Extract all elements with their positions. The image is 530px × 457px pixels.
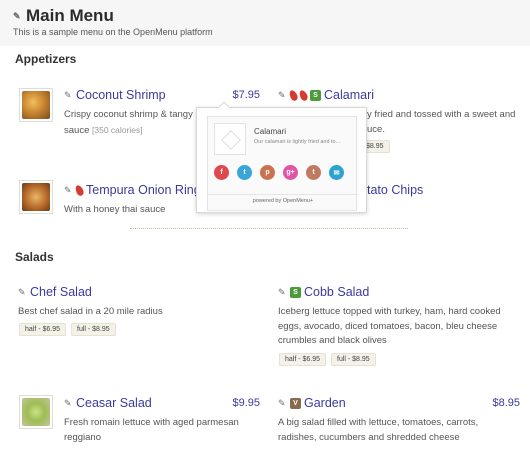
garden-salad-desc-line2: radishes, cucumbers and shredded cheese [278,431,460,443]
coconut-shrimp-description: Crispy coconut shrimp & tangy sauce [350… [64,108,193,138]
chef-salad-size-full: full - $8.95 [71,323,116,336]
page-subtitle: This is a sample menu on the OpenMenu pl… [13,27,213,37]
pencil-icon: ✎ [64,397,72,408]
chef-salad-size-half: half - $6.95 [19,323,67,336]
pinterest-share-button[interactable]: p [260,165,275,180]
coconut-shrimp-calories: [350 calories] [92,124,143,135]
ceasar-salad-link[interactable]: ✎ Ceasar Salad [64,396,152,410]
facebook-icon: f [220,169,223,176]
calamari-desc-line1: y fried and tossed with a sweet and [367,109,516,120]
pencil-icon: ✎ [278,397,286,408]
coconut-shrimp-desc-line1: Crispy coconut shrimp & tangy [64,109,193,120]
popup-item-description: Our calamari is lightly fried and to... [254,139,341,145]
coconut-shrimp-desc-line2: sauce [64,124,90,136]
popup-item-name: Calamari [254,127,287,136]
pencil-icon: ✎ [64,184,72,195]
email-share-button[interactable]: ✉ [329,165,344,180]
email-icon: ✉ [333,169,340,177]
cobb-salad-name: Cobb Salad [304,285,370,299]
facebook-share-button[interactable]: f [214,165,229,180]
tempura-onion-rings-name: Tempura Onion Rings [86,183,207,197]
potato-chips-name: tato Chips [367,183,424,197]
cobb-salad-link[interactable]: ✎ S Cobb Salad [278,285,369,299]
chef-salad-link[interactable]: ✎ Chef Salad [18,285,92,299]
tempura-onion-rings-thumbnail[interactable] [19,180,53,214]
spicy-pepper-icon [298,88,309,102]
coconut-shrimp-thumbnail[interactable] [19,88,53,122]
cobb-salad-description: Iceberg lettuce topped with turkey, ham,… [278,305,501,349]
section-divider [130,228,408,229]
garden-salad-desc-line1: A big salad filled with lettuce, tomatoe… [278,417,479,428]
googleplus-share-button[interactable]: g+ [283,165,298,180]
cobb-salad-desc-line2: eggs, avocado, diced tomatoes, bacon, bl… [278,320,498,332]
spicy-pepper-icon [74,183,85,197]
special-badge-icon: S [310,89,321,101]
tempura-onion-rings-link[interactable]: ✎ Tempura Onion Rings [64,183,207,197]
tumblr-share-button[interactable]: t [306,165,321,180]
pencil-icon: ✎ [13,10,21,21]
section-title-appetizers: Appetizers [15,52,77,66]
twitter-share-button[interactable]: t [237,165,252,180]
cobb-salad-size-full: full - $8.95 [331,353,376,366]
calamari-desc-line2: uce. [367,123,385,135]
potato-chips-link[interactable]: tato Chips [367,183,423,197]
coconut-shrimp-price: $7.95 [232,89,260,101]
menu-header: ✎ Main Menu This is a sample menu on the… [0,0,530,46]
special-badge-icon: S [290,286,301,298]
vegetarian-badge-icon: V [290,397,301,409]
garden-salad-name: Garden [304,396,346,410]
powered-by-openmenu[interactable]: powered by OpenMenu+ [208,194,358,204]
ceasar-salad-thumbnail[interactable] [19,395,53,429]
coconut-shrimp-name: Coconut Shrimp [76,88,166,102]
cobb-salad-desc-line1: Iceberg lettuce topped with turkey, ham,… [278,306,501,317]
garden-salad-link[interactable]: ✎ V Garden [278,396,346,410]
calamari-name: Calamari [324,88,375,102]
calamari-link[interactable]: ✎ S Calamari [278,88,374,102]
googleplus-icon: g+ [286,169,295,176]
pinterest-icon: p [265,169,270,176]
ceasar-salad-price: $9.95 [232,397,260,409]
popup-card: Calamari Our calamari is lightly fried a… [207,116,358,211]
pencil-icon: ✎ [18,286,26,297]
twitter-icon: t [243,169,246,176]
garden-salad-description: A big salad filled with lettuce, tomatoe… [278,416,478,445]
ceasar-salad-desc-line1: Fresh romain lettuce with aged parmesan [64,417,239,428]
cobb-salad-size-half: half - $6.95 [279,353,327,366]
garden-salad-price: $8.95 [492,397,520,409]
coconut-shrimp-link[interactable]: ✎ Coconut Shrimp [64,88,166,102]
pencil-icon: ✎ [278,286,286,297]
tumblr-icon: t [312,169,315,176]
pencil-icon: ✎ [64,89,72,100]
ceasar-salad-description: Fresh romain lettuce with aged parmesan … [64,416,239,445]
ceasar-salad-desc-line2: reggiano [64,431,101,443]
page-title: ✎ Main Menu [13,6,114,26]
cobb-salad-desc-line3: crumbles and black olives [278,335,387,346]
spicy-pepper-icon [288,88,299,102]
chef-salad-name: Chef Salad [30,285,92,299]
popup-image-placeholder [214,123,246,155]
tempura-onion-rings-description: With a honey thai sauce [64,204,166,215]
page-title-text: Main Menu [26,6,114,25]
pencil-icon: ✎ [278,89,286,100]
chef-salad-description: Best chef salad in a 20 mile radius [18,306,163,317]
ceasar-salad-name: Ceasar Salad [76,396,152,410]
section-title-salads: Salads [15,250,54,264]
calamari-description: y fried and tossed with a sweet and uce. [367,108,515,137]
item-share-popup: Calamari Our calamari is lightly fried a… [196,107,367,213]
